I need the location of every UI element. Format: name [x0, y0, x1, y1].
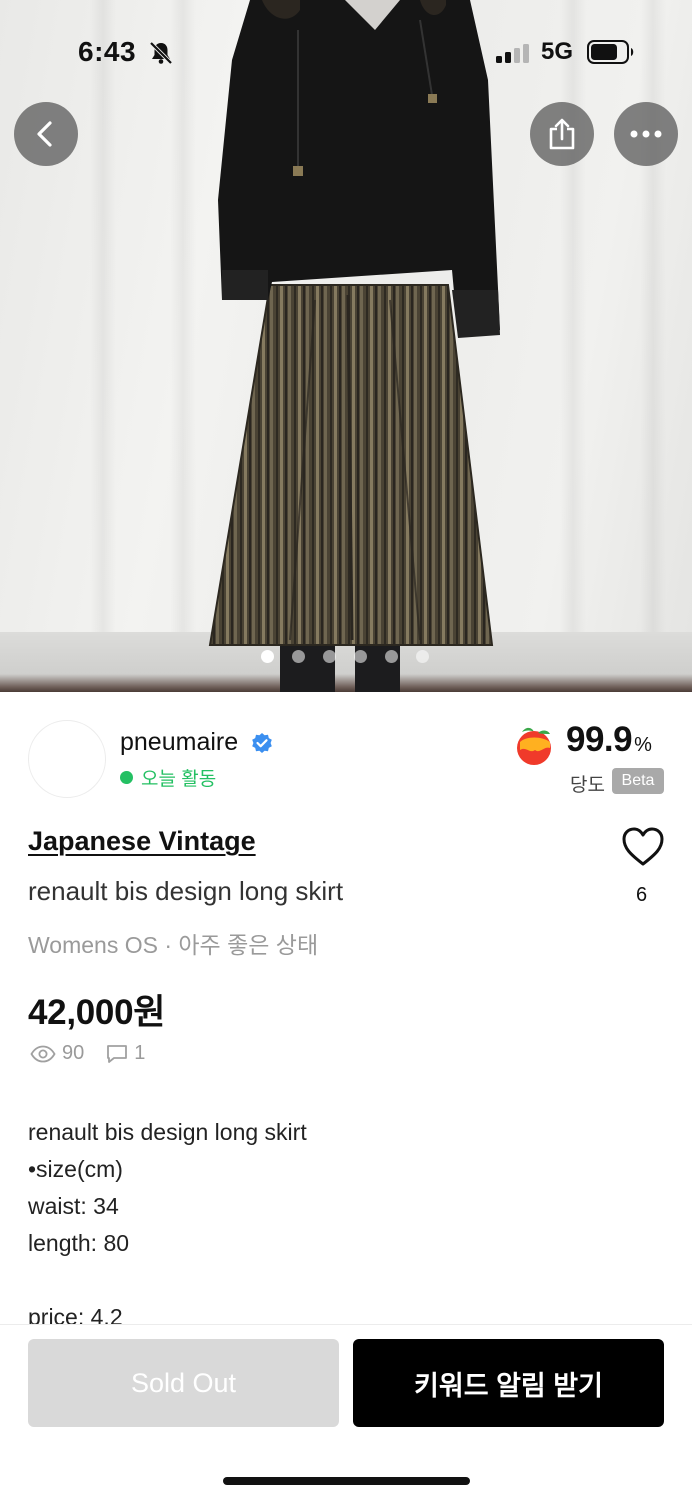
- brand-link[interactable]: Japanese Vintage: [28, 826, 256, 857]
- beta-badge: Beta: [612, 768, 664, 794]
- product-meta: Womens OS · 아주 좋은 상태: [28, 932, 319, 958]
- score-value: 99.9: [566, 720, 633, 759]
- carousel-indicator: [261, 650, 429, 663]
- seller-section: pneumaire 오늘 활동 99.9% 당도 Beta: [0, 692, 692, 812]
- cellular-signal-icon: [496, 44, 529, 63]
- seller-activity: 오늘 활동: [120, 764, 216, 791]
- chevron-left-icon: [37, 121, 52, 147]
- sold-out-button[interactable]: Sold Out: [28, 1339, 339, 1427]
- like-count: 6: [636, 884, 648, 906]
- carousel-dot[interactable]: [354, 650, 367, 663]
- keyword-alert-button[interactable]: 키워드 알림 받기: [353, 1339, 664, 1427]
- peach-icon: [517, 727, 551, 765]
- seller-name[interactable]: pneumaire: [120, 728, 238, 757]
- status-bar: 6:43 5G: [0, 0, 692, 100]
- product-photo: [208, 0, 500, 692]
- verified-badge-icon: [252, 733, 272, 753]
- product-title: renault bis design long skirt: [28, 876, 344, 906]
- comment-count: 1: [134, 1042, 146, 1064]
- seller-avatar[interactable]: [28, 720, 106, 798]
- comment-icon: [107, 1044, 128, 1063]
- score-unit: %: [634, 734, 652, 756]
- bottom-action-bar: Sold Out 키워드 알림 받기: [0, 1324, 692, 1500]
- home-indicator[interactable]: [223, 1477, 470, 1485]
- description-line: renault bis design long skirt: [28, 1119, 307, 1145]
- product-price: 42,000원: [28, 993, 166, 1032]
- status-time: 6:43: [78, 36, 137, 67]
- network-type: 5G: [541, 38, 574, 65]
- eye-icon: [30, 1045, 56, 1062]
- view-count: 90: [62, 1042, 85, 1064]
- product-stats: 90 1: [30, 1042, 145, 1065]
- product-description: renault bis design long skirt •size(cm) …: [28, 1114, 668, 1324]
- carousel-dot[interactable]: [261, 650, 274, 663]
- carousel-dot[interactable]: [385, 650, 398, 663]
- online-indicator: [120, 771, 133, 784]
- activity-label: 오늘 활동: [141, 769, 217, 790]
- heart-outline-icon[interactable]: [620, 826, 666, 868]
- product-photo-carousel[interactable]: [0, 0, 692, 692]
- battery-icon: [587, 40, 634, 64]
- share-button[interactable]: [530, 102, 594, 166]
- carousel-dot[interactable]: [323, 650, 336, 663]
- back-button[interactable]: [14, 102, 78, 166]
- description-line: waist: 34: [28, 1193, 119, 1219]
- description-line: •size(cm): [28, 1156, 123, 1182]
- sweetness-score: 99.9%: [566, 720, 652, 760]
- carousel-dot[interactable]: [416, 650, 429, 663]
- description-line: length: 80: [28, 1230, 130, 1256]
- more-horizontal-icon: [630, 130, 662, 138]
- bell-slash-icon: [149, 41, 173, 65]
- share-icon: [549, 118, 575, 150]
- score-label: 당도: [570, 775, 605, 796]
- carousel-dot[interactable]: [292, 650, 305, 663]
- description-line: price: 4.2: [28, 1304, 123, 1324]
- description-line: [28, 1262, 668, 1299]
- more-options-button[interactable]: [614, 102, 678, 166]
